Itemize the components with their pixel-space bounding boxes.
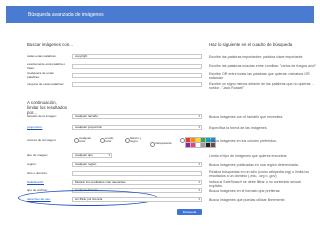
any-words-input[interactable] [72,73,202,78]
narrow-section-heading: A continuación, limitar los resultados p… [27,100,68,115]
region-select-value: cualquier región [75,162,97,166]
color-option-full: a todo color [105,136,114,144]
chevron-down-icon: ▾ [198,197,200,201]
usage-rights-select-value: sin filtrar por licencia [75,197,103,201]
exact-phrase-hint: Escribe las palabras exactas entre comil… [209,64,317,68]
size-label: tamaño de la imagen: [27,114,57,118]
site-hint: Realiza búsquedas en un sitio (como wiki… [209,170,310,178]
exact-phrase-input[interactable] [72,64,202,69]
aspect-select[interactable]: cualquier proporción ▾ [72,125,202,130]
chevron-down-icon: ▾ [198,114,200,118]
type-hint: Limita el tipo de imágenes que quieres e… [209,154,288,158]
search-section-heading: Buscar imágenes con... [27,42,73,47]
aspect-select-value: cualquier proporción [75,125,103,129]
safesearch-select-value: Mostrar los resultados más relevantes [75,180,126,184]
any-words-label: cualquiera de estas palabras: [27,71,54,79]
region-select[interactable]: cualquier región ▾ [72,162,202,167]
any-words-hint: Escribe OR entre todas las palabras que … [209,72,310,80]
type-select-value: cualquier tipo [75,153,93,157]
none-words-input[interactable] [72,82,202,87]
type-select[interactable]: cualquier tipo ▾ [72,153,112,158]
aspect-hint: Especifica la forma de las imágenes. [209,126,268,130]
safesearch-label[interactable]: SafeSearch: [27,180,44,185]
color-option-transparent: transparente [155,141,172,145]
colors-hint: Busca imágenes en tus colores preferidos… [209,139,277,143]
page-title: Búsqueda avanzada de imágenes [28,12,104,18]
chevron-down-icon: ▾ [108,153,110,157]
chevron-down-icon: ▾ [198,188,200,192]
color-option-any: cualquier color [79,136,92,144]
region-hint: Busca imágenes publicadas en una región … [209,163,299,167]
color-option-bw: blanco y negro [130,136,142,144]
advanced-search-button[interactable]: Búsqueda avanzada [177,209,202,220]
size-hint: Busca imágenes con el tamaño que necesit… [209,115,284,119]
color-options: cualquier color a todo color blanco y ne… [72,136,202,149]
all-words-hint: Escribe las palabras importantes: palabr… [209,55,303,59]
safesearch-select[interactable]: Mostrar los resultados más relevantes ▾ [72,180,202,185]
safesearch-hint: Indica si SafeSearch se debe filtrar o n… [209,180,301,188]
chevron-down-icon: ▾ [198,125,200,129]
colors-label: colores de la imagen: [27,138,57,142]
site-input[interactable] [72,171,202,176]
size-select-value: cualquier tamaño [75,114,99,118]
size-select[interactable]: cualquier tamaño ▾ [72,114,202,119]
all-words-input[interactable]: copyright [72,54,202,59]
chevron-down-icon: ▾ [198,180,200,184]
none-words-hint: Escribe un signo menos delante de las pa… [209,82,314,90]
region-label: región: [27,162,37,166]
usage-rights-hint: Busca imágenes que puedas utilizar libre… [209,198,286,202]
aspect-label[interactable]: proporción: [27,125,42,130]
search-side-heading: Haz lo siguiente en el cuadro de búsqued… [209,42,293,47]
none-words-label: ninguna de estas palabras: [27,82,65,86]
all-words-label: todas estas palabras: [27,54,57,58]
site-label: sitio o dominio: [27,171,48,175]
page-header: Búsqueda avanzada de imágenes [6,6,314,23]
filetype-hint: Busca imágenes en el formato que prefier… [209,189,281,193]
exact-phrase-label: exactamente esta palabra o frase: [27,62,66,70]
chevron-down-icon: ▾ [198,162,200,166]
usage-rights-label[interactable]: derechos de uso: [27,197,51,202]
usage-rights-select[interactable]: sin filtrar por licencia ▾ [72,197,202,202]
type-label: tipo de imagen: [27,153,49,157]
